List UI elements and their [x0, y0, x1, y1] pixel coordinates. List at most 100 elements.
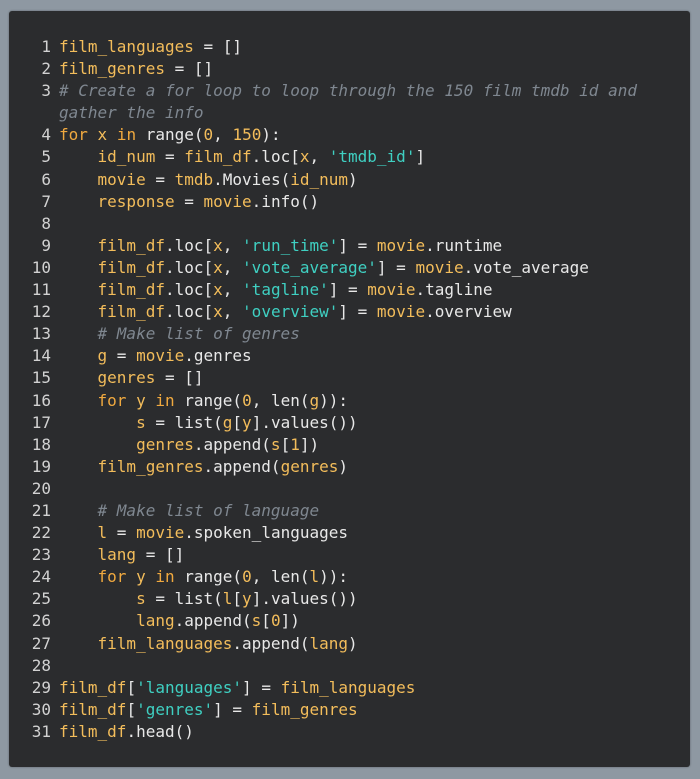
code-line: 8 — [9, 213, 690, 235]
identifier-token: film_languages — [59, 37, 194, 56]
code-token: ] = — [242, 677, 281, 697]
comment-token: # Create a for loop to loop through the … — [59, 81, 647, 123]
code-token: = — [107, 523, 137, 543]
line-source: film_languages = [] — [59, 36, 659, 58]
code-token: , len( — [251, 567, 310, 587]
code-token: .vote_average — [463, 257, 589, 277]
code-token: = list( — [145, 589, 223, 609]
code-token: .loc[ — [164, 302, 214, 322]
line-source: film_df.loc[x, 'vote_average'] = movie.v… — [59, 257, 659, 279]
code-token: [ — [232, 589, 243, 609]
code-token: .spoken_languages — [184, 523, 349, 543]
code-line: 11 film_df.loc[x, 'tagline'] = movie.tag… — [9, 279, 690, 301]
code-token: ] — [415, 147, 426, 167]
identifier-token: x — [213, 257, 223, 277]
code-line: 28 — [9, 655, 690, 677]
code-line: 4 for x in range(0, 150): — [9, 124, 690, 146]
code-token: .append( — [193, 434, 271, 454]
line-number: 4 — [41, 125, 51, 145]
line-source: for y in range(0, len(g)): — [59, 390, 659, 412]
identifier-token: l — [222, 589, 233, 609]
code-line: 27 film_languages.append(lang) — [9, 633, 690, 655]
code-line: 16 for y in range(0, len(g)): — [9, 390, 690, 412]
code-line: 5 id_num = film_df.loc[x, 'tmdb_id'] — [9, 146, 690, 168]
identifier-token: lang — [136, 611, 175, 631]
line-number: 12 — [31, 302, 51, 322]
identifier-token: film_df — [59, 699, 127, 719]
code-line: 7 response = movie.info() — [9, 191, 690, 213]
code-token: = [] — [164, 59, 214, 79]
line-source: film_df.loc[x, 'tagline'] = movie.taglin… — [59, 279, 659, 301]
code-token: ]) — [299, 434, 320, 454]
identifier-token: g — [309, 390, 320, 410]
code-token: .append( — [203, 456, 281, 476]
code-token: , — [309, 147, 329, 167]
code-line: 10 film_df.loc[x, 'vote_average'] = movi… — [9, 257, 690, 279]
code-token: : — [338, 390, 349, 410]
code-token: .loc[ — [251, 147, 300, 167]
code-token: = list( — [145, 412, 223, 432]
line-source: film_genres = [] — [59, 58, 659, 80]
keyword-token: in — [155, 567, 175, 587]
code-token: [ — [126, 677, 137, 697]
line-source: response = movie.info() — [59, 191, 659, 213]
line-number: 26 — [31, 611, 51, 631]
identifier-token: y — [136, 390, 146, 410]
line-source: genres = [] — [59, 367, 659, 389]
line-source: # Make list of genres — [59, 323, 659, 345]
code-token: = [] — [136, 545, 185, 565]
code-line: 6 movie = tmdb.Movies(id_num) — [9, 169, 690, 191]
code-token: = — [107, 346, 137, 366]
code-line: 29 film_df['languages'] = film_languages — [9, 677, 690, 699]
code-line: 24 for y in range(0, len(l)): — [9, 566, 690, 588]
code-token: .tagline — [415, 280, 493, 300]
comment-token: # Make list of language — [97, 500, 320, 520]
identifier-token: film_df — [97, 280, 165, 300]
identifier-token: s — [136, 412, 146, 432]
identifier-token: tmdb — [174, 169, 214, 189]
line-number: 29 — [31, 677, 51, 697]
line-source: film_df['genres'] = film_genres — [59, 699, 659, 721]
code-token: .loc[ — [164, 235, 214, 255]
identifier-token: movie — [136, 523, 185, 543]
line-number: 24 — [31, 567, 51, 587]
code-line: 30 film_df['genres'] = film_genres — [9, 699, 690, 721]
code-token: .loc[ — [164, 257, 214, 277]
code-token: = [] — [155, 368, 204, 388]
line-number: 8 — [41, 213, 51, 233]
code-block[interactable]: 1 film_languages = [] 2 film_genres = [] 3 # … — [9, 36, 690, 743]
line-number: 18 — [31, 434, 51, 454]
code-token: .loc[ — [164, 280, 214, 300]
line-number: 21 — [31, 500, 51, 520]
line-source: s = list(g[y].values()) — [59, 412, 659, 434]
identifier-token: s — [251, 611, 262, 631]
code-line: 20 — [9, 478, 690, 500]
line-source: lang = [] — [59, 544, 659, 566]
code-token: [ — [232, 412, 243, 432]
identifier-token: film_df — [184, 147, 252, 167]
identifier-token: film_df — [59, 677, 127, 697]
code-token: ].values()) — [251, 589, 358, 609]
identifier-token: movie — [376, 302, 426, 322]
number-token: 0 — [203, 125, 214, 145]
line-number: 5 — [41, 147, 51, 167]
line-number: 19 — [31, 456, 51, 476]
line-source: film_genres.append(genres) — [59, 456, 659, 478]
line-number: 13 — [31, 324, 51, 344]
code-line: 13 # Make list of genres — [9, 323, 690, 345]
identifier-token: film_df — [97, 235, 165, 255]
code-line: 19 film_genres.append(genres) — [9, 456, 690, 478]
identifier-token: film_df — [59, 721, 127, 741]
code-token: = — [145, 169, 175, 189]
identifier-token: film_languages — [97, 633, 233, 653]
